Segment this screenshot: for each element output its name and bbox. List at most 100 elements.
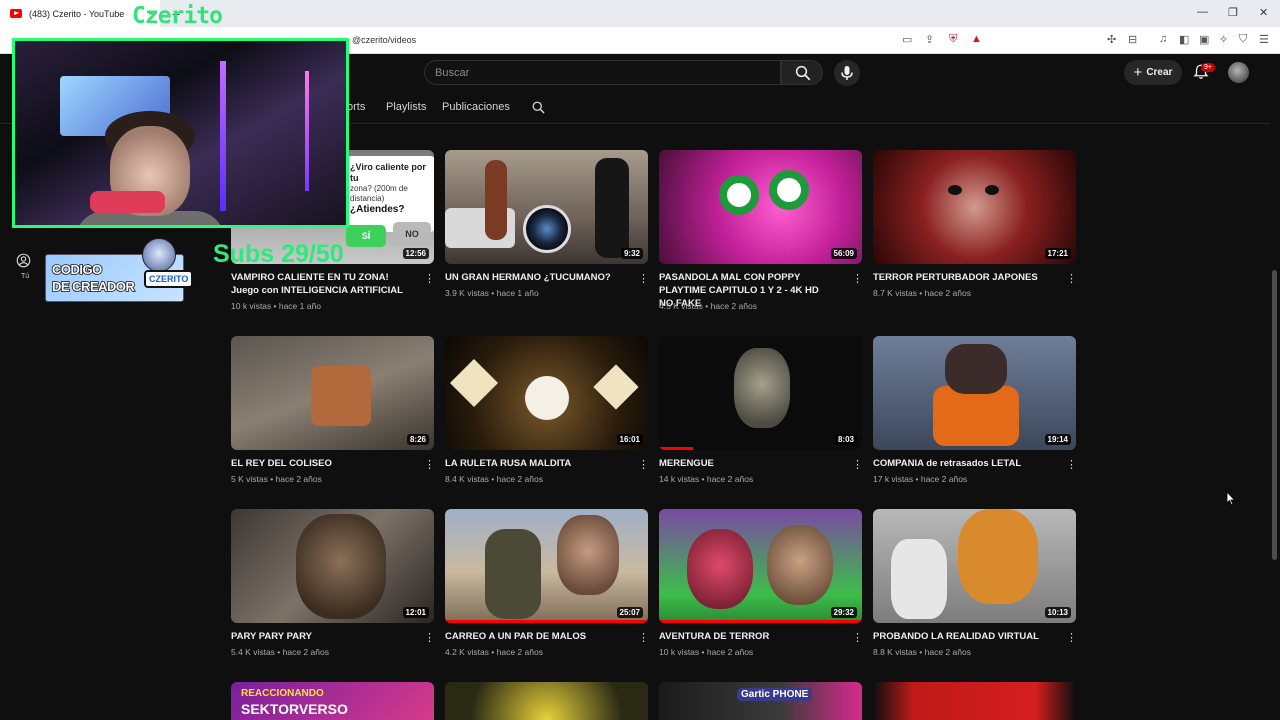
video-title[interactable]: PROBANDO LA REALIDAD VIRTUAL	[873, 630, 1049, 643]
video-duration: 25:07	[616, 607, 643, 618]
extensions-icon[interactable]: ✣	[1107, 33, 1116, 46]
more-options-icon[interactable]: ⋮	[1066, 460, 1077, 471]
thumb-text: ¿Viro caliente por tu	[350, 162, 426, 183]
vpn-icon[interactable]: ⛉	[1239, 33, 1247, 46]
video-thumbnail[interactable]	[873, 682, 1076, 720]
scrollbar-thumb[interactable]	[1272, 270, 1277, 560]
search-input[interactable]: Buscar	[424, 60, 781, 85]
face-graphic	[767, 525, 833, 605]
video-thumbnail[interactable]: 56:09	[659, 150, 862, 264]
video-title[interactable]: COMPANIA de retrasados LETAL	[873, 457, 1049, 470]
video-card[interactable]: 8:03 MERENGUE 14 k vistas • hace 2 años …	[659, 336, 863, 506]
video-card[interactable]: 25:07 CARREO A UN PAR DE MALOS 4.2 K vis…	[445, 509, 649, 679]
more-options-icon[interactable]: ⋮	[852, 633, 863, 644]
minimize-icon[interactable]: —	[1197, 6, 1208, 18]
maximize-icon[interactable]: ❐	[1228, 6, 1238, 19]
video-title[interactable]: VAMPIRO CALIENTE EN TU ZONA! Juego con I…	[231, 271, 407, 297]
video-card[interactable]: 16:01 LA RULETA RUSA MALDITA 8.4 K vista…	[445, 336, 649, 506]
video-title[interactable]: UN GRAN HERMANO ¿TUCUMANO?	[445, 271, 621, 284]
video-duration: 56:09	[830, 248, 857, 259]
video-thumbnail[interactable]: 25:07	[445, 509, 648, 623]
video-title[interactable]: AVENTURA DE TERROR	[659, 630, 835, 643]
more-options-icon[interactable]: ⋮	[424, 274, 435, 285]
search-placeholder: Buscar	[435, 67, 470, 79]
video-thumbnail[interactable]: REACCIONANDO SEKTORVERSO	[231, 682, 434, 720]
url-field[interactable]: @czerito/videos	[352, 35, 416, 45]
video-thumbnail[interactable]: 8:03	[659, 336, 862, 450]
video-title[interactable]: PARY PARY PARY	[231, 630, 407, 643]
video-title[interactable]: LA RULETA RUSA MALDITA	[445, 457, 621, 470]
more-options-icon[interactable]: ⋮	[424, 460, 435, 471]
video-meta: 14 k vistas • hace 2 años	[659, 474, 754, 484]
video-card[interactable]: 17:21 TERROR PERTURBADOR JAPONES 8.7 K v…	[873, 150, 1077, 320]
video-card[interactable]: 10:13 PROBANDO LA REALIDAD VIRTUAL 8.8 K…	[873, 509, 1077, 679]
tab-shorts[interactable]: orts	[347, 101, 365, 113]
video-card[interactable]: 19:14 COMPANIA de retrasados LETAL 17 k …	[873, 336, 1077, 506]
close-window-icon[interactable]: ✕	[1259, 6, 1268, 19]
more-options-icon[interactable]: ⋮	[1066, 274, 1077, 285]
you-icon[interactable]	[16, 253, 31, 273]
led-light-graphic	[305, 71, 309, 191]
video-meta: 4.5 K vistas • hace 2 años	[659, 301, 757, 311]
person-graphic	[485, 160, 507, 240]
more-options-icon[interactable]: ⋮	[638, 274, 649, 285]
tab-playlists[interactable]: Playlists	[386, 101, 426, 113]
video-card[interactable]: 29:32 AVENTURA DE TERROR 10 k vistas • h…	[659, 509, 863, 679]
more-options-icon[interactable]: ⋮	[1066, 633, 1077, 644]
video-thumbnail[interactable]: 16:01	[445, 336, 648, 450]
sidebar-toggle-icon[interactable]: ◧	[1179, 33, 1189, 46]
brave-shield-icon[interactable]: ⛨	[949, 33, 957, 46]
more-options-icon[interactable]: ⋮	[424, 633, 435, 644]
more-options-icon[interactable]: ⋮	[638, 460, 649, 471]
video-thumbnail[interactable]: 9:32	[445, 150, 648, 264]
video-thumbnail[interactable]	[445, 682, 648, 720]
video-thumbnail[interactable]: 8:26	[231, 336, 434, 450]
video-title[interactable]: CARREO A UN PAR DE MALOS	[445, 630, 621, 643]
video-duration: 17:21	[1044, 248, 1071, 259]
video-card[interactable]: 56:09 PASANDOLA MAL CON POPPY PLAYTIME C…	[659, 150, 863, 320]
video-thumbnail[interactable]: 10:13	[873, 509, 1076, 623]
tab-title: (483) Czerito - YouTube	[29, 8, 125, 19]
channel-search-button[interactable]	[531, 100, 546, 115]
thumb-text: ¿Atiendes?	[350, 204, 405, 215]
video-card[interactable]: 12:01 PARY PARY PARY 5.4 K vistas • hace…	[231, 509, 435, 679]
search-button[interactable]	[781, 60, 823, 85]
video-thumbnail[interactable]: 29:32	[659, 509, 862, 623]
create-button[interactable]: + Crear	[1124, 60, 1182, 85]
leo-ai-icon[interactable]: ✧	[1219, 33, 1228, 46]
more-options-icon[interactable]: ⋮	[852, 274, 863, 285]
lamp-graphic	[593, 364, 639, 410]
media-icon[interactable]: ♫	[1159, 33, 1167, 45]
video-title[interactable]: MERENGUE	[659, 457, 835, 470]
led-light-graphic	[220, 61, 226, 211]
more-options-icon[interactable]: ⋮	[638, 633, 649, 644]
face-graphic	[734, 348, 790, 428]
tab-publicaciones[interactable]: Publicaciones	[442, 101, 510, 113]
voice-search-button[interactable]	[834, 60, 860, 86]
video-meta: 10 k vistas • hace 2 años	[659, 647, 754, 657]
screen: (483) Czerito - YouTube × + — ❐ ✕ @czeri…	[0, 0, 1280, 720]
video-card[interactable]: 9:32 UN GRAN HERMANO ¿TUCUMANO? 3.9 K vi…	[445, 150, 649, 320]
thumb-text: NO	[393, 222, 431, 246]
video-meta: 3.9 K vistas • hace 1 año	[445, 288, 539, 298]
mascot-icon	[142, 238, 176, 272]
menu-icon[interactable]: ☰	[1259, 33, 1269, 46]
video-thumbnail[interactable]: 19:14	[873, 336, 1076, 450]
video-title[interactable]: EL REY DEL COLISEO	[231, 457, 407, 470]
video-thumbnail[interactable]: Gartic PHONE	[659, 682, 862, 720]
share-icon[interactable]: ⇪	[925, 33, 934, 46]
video-thumbnail[interactable]: 12:01	[231, 509, 434, 623]
sidebar-item-you-label[interactable]: Tú	[21, 273, 29, 280]
screen-cast-icon[interactable]: ▭	[902, 33, 912, 46]
video-title[interactable]: TERROR PERTURBADOR JAPONES	[873, 271, 1049, 284]
brave-rewards-icon[interactable]: ▲	[971, 33, 982, 45]
wallet-icon[interactable]: ▣	[1199, 33, 1209, 46]
video-card[interactable]: 8:26 EL REY DEL COLISEO 5 K vistas • hac…	[231, 336, 435, 506]
more-options-icon[interactable]: ⋮	[852, 460, 863, 471]
video-meta: 8.7 K vistas • hace 2 años	[873, 288, 971, 298]
video-thumbnail[interactable]: 17:21	[873, 150, 1076, 264]
avatar[interactable]	[1228, 62, 1249, 83]
tab-groups-icon[interactable]: ⊟	[1128, 33, 1137, 46]
creator-code-tag: CZERITO	[144, 270, 194, 288]
warrior-graphic	[311, 366, 371, 426]
